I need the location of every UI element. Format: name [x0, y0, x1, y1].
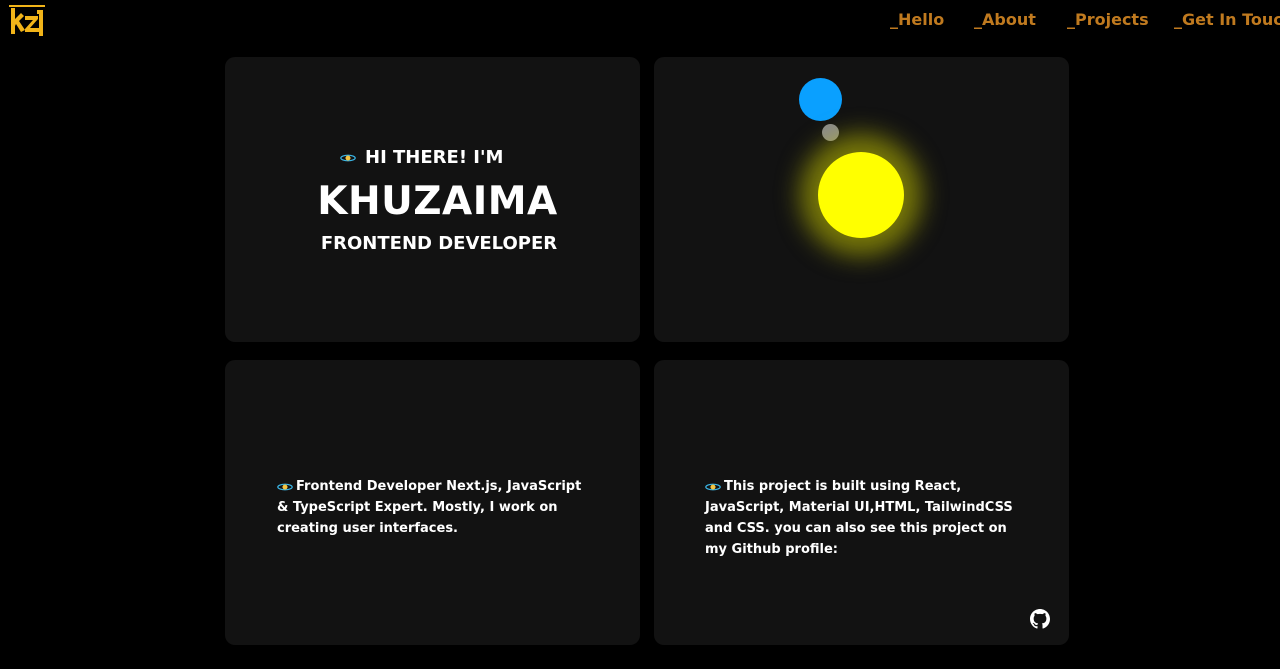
ringed-planet-icon — [705, 483, 721, 490]
hero-role: FRONTEND DEVELOPER — [320, 233, 558, 254]
moon — [822, 124, 839, 141]
about-paragraph: Frontend Developer Next.js, JavaScript &… — [277, 476, 587, 539]
ringed-planet-icon — [340, 154, 356, 161]
nav-projects[interactable]: _Projects — [1067, 10, 1149, 29]
solar-system-card — [654, 57, 1069, 342]
nav-hello[interactable]: _Hello — [890, 10, 944, 29]
logo-icon[interactable] — [8, 4, 46, 40]
github-icon[interactable] — [1030, 609, 1050, 629]
project-card: This project is built using React, JavaS… — [654, 360, 1069, 645]
about-card: Frontend Developer Next.js, JavaScript &… — [225, 360, 640, 645]
hero-name: KHUZAIMA — [317, 179, 558, 224]
about-text: Frontend Developer Next.js, JavaScript &… — [277, 479, 582, 536]
nav-about[interactable]: _About — [974, 10, 1036, 29]
hero-greeting-row: HI THERE! I'M — [340, 147, 503, 168]
ringed-planet-icon — [277, 483, 293, 490]
sun — [818, 152, 904, 238]
blue-planet — [799, 78, 842, 121]
hero-greeting: HI THERE! I'M — [365, 147, 504, 168]
nav-get-in-touch[interactable]: _Get In Touch — [1174, 10, 1280, 29]
hero-card: HI THERE! I'M KHUZAIMA FRONTEND DEVELOPE… — [225, 57, 640, 342]
project-text: This project is built using React, JavaS… — [705, 479, 1013, 557]
project-paragraph: This project is built using React, JavaS… — [705, 476, 1025, 560]
